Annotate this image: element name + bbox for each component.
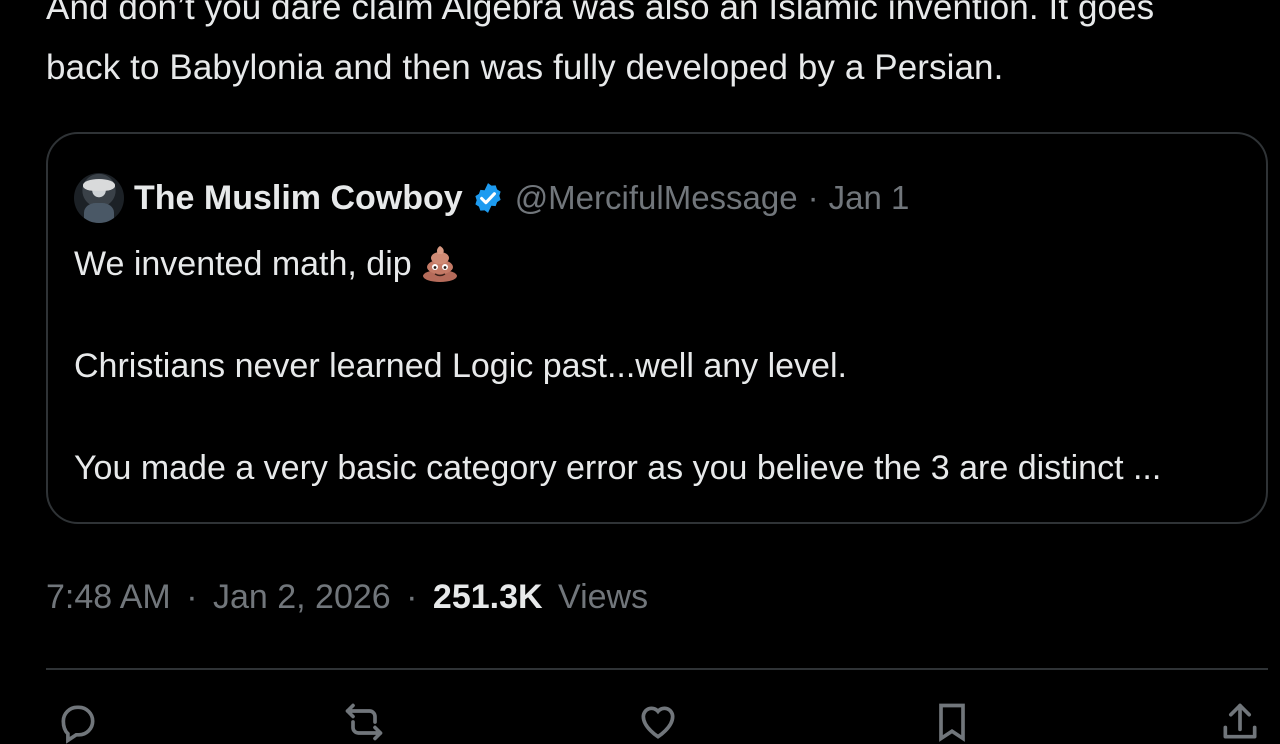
divider	[46, 668, 1268, 670]
quoted-post-line: We invented math, dip	[74, 238, 1234, 290]
pile-of-poo-emoji-icon	[422, 246, 457, 283]
quoted-author-handle[interactable]: @MercifulMessage	[515, 179, 798, 217]
post-text-line: And don’t you dare claim Algebra was als…	[46, 0, 1155, 27]
repost-icon	[345, 703, 383, 741]
views-count: 251.3K	[432, 578, 543, 616]
separator-dot: ·	[406, 578, 418, 616]
like-button[interactable]	[636, 700, 680, 740]
post-text-line: back to Babylonia and then was fully dev…	[46, 48, 1004, 87]
share-button[interactable]	[1218, 700, 1262, 740]
bookmark-icon	[939, 703, 965, 742]
quoted-author-name[interactable]: The Muslim Cowboy	[134, 179, 463, 218]
quoted-post-card[interactable]: The Muslim Cowboy @MercifulMessage · Jan…	[46, 132, 1268, 524]
quoted-post-line-text: We invented math, dip	[74, 245, 412, 283]
avatar[interactable]	[74, 173, 124, 223]
repost-button[interactable]	[342, 700, 386, 741]
post-timestamp-row: 7:48 AM · Jan 2, 2026 · 251.3K Views	[46, 572, 648, 622]
quoted-post-header: The Muslim Cowboy @MercifulMessage · Jan…	[74, 170, 909, 226]
separator-dot: ·	[807, 179, 819, 216]
views-label: Views	[558, 578, 649, 616]
post-date[interactable]: Jan 2, 2026	[213, 578, 391, 616]
quoted-post-line: Christians never learned Logic past...we…	[74, 347, 847, 385]
share-icon	[1223, 703, 1257, 739]
verified-badge-icon	[475, 183, 501, 213]
post-text: And don’t you dare claim Algebra was als…	[46, 0, 1266, 98]
quoted-post-body: We invented math, dip Christians never l…	[74, 238, 1234, 494]
quoted-post-line: You made a very basic category error as …	[74, 449, 1162, 487]
post-time[interactable]: 7:48 AM	[46, 578, 171, 616]
action-bar	[46, 700, 1268, 744]
separator-dot: ·	[186, 578, 198, 616]
reply-icon	[61, 705, 95, 744]
reply-button[interactable]	[56, 700, 100, 744]
like-icon	[641, 706, 675, 739]
bookmark-button[interactable]	[930, 700, 974, 742]
quoted-post-date[interactable]: Jan 1	[829, 179, 910, 217]
